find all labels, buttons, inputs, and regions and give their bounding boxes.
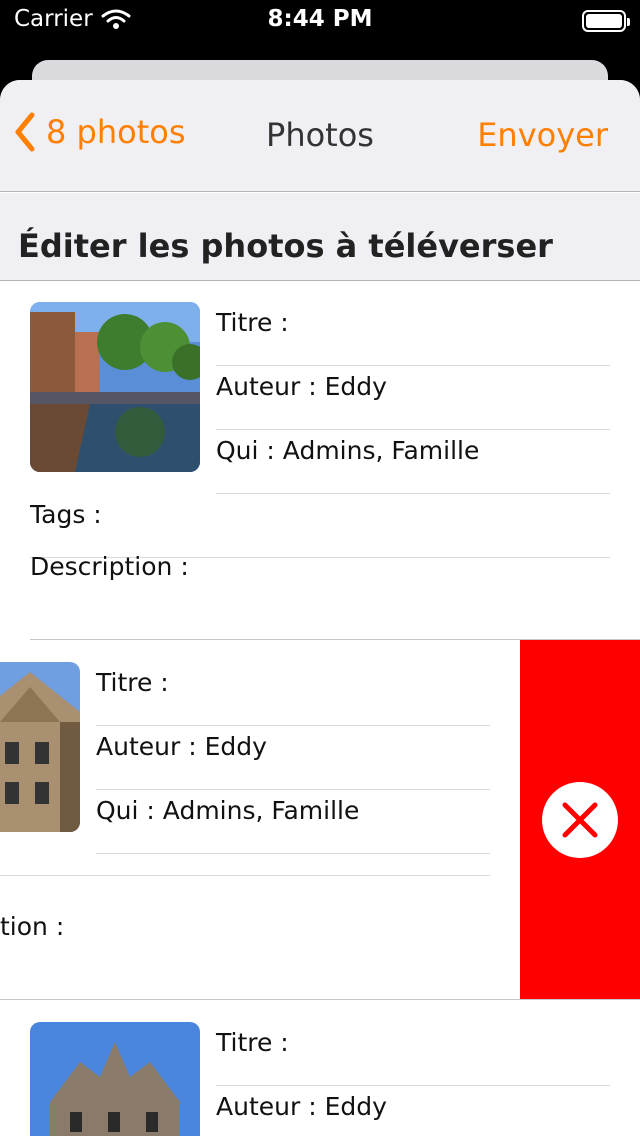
send-button[interactable]: Envoyer — [477, 116, 608, 154]
description-label: tion : — [0, 912, 65, 941]
delete-button[interactable] — [542, 782, 618, 858]
privacy-field[interactable]: Qui : Admins, Famille — [96, 790, 490, 854]
description-label: Description : — [30, 552, 189, 581]
photo-item[interactable]: Titre : Auteur : Eddy — [0, 1000, 640, 1136]
title-label: Titre : — [216, 308, 289, 337]
title-label: Titre : — [96, 668, 169, 697]
section-header: Éditer les photos à téléverser — [0, 193, 640, 281]
author-label: Auteur : Eddy — [96, 732, 267, 761]
status-time: 8:44 PM — [267, 6, 373, 32]
navigation-bar: 8 photos Photos Envoyer — [0, 80, 640, 192]
photo-item-swiped[interactable]: Titre : Auteur : Eddy Qui : Admins, Fami… — [0, 640, 640, 1000]
title-field[interactable]: Titre : — [96, 662, 490, 726]
author-field[interactable]: Auteur : Eddy — [96, 726, 490, 790]
privacy-label: Qui : Admins, Famille — [96, 796, 360, 825]
photo-thumbnail[interactable] — [30, 302, 200, 472]
author-label: Auteur : Eddy — [216, 1092, 387, 1121]
author-field[interactable]: Auteur : Eddy — [216, 366, 610, 430]
author-label: Auteur : Eddy — [216, 372, 387, 401]
photo-item[interactable]: Titre : Auteur : Eddy Qui : Admins, Fami… — [0, 280, 640, 640]
title-label: Titre : — [216, 1028, 289, 1057]
tags-field[interactable] — [0, 854, 490, 876]
photo-thumbnail[interactable] — [30, 1022, 200, 1136]
description-field[interactable]: tion : — [0, 906, 490, 970]
modal-sheet: 8 photos Photos Envoyer Éditer les photo… — [0, 80, 640, 1136]
title-field[interactable]: Titre : — [216, 302, 610, 366]
battery-icon — [582, 10, 630, 32]
privacy-field[interactable]: Qui : Admins, Famille — [216, 430, 610, 494]
close-icon — [562, 802, 598, 838]
photo-thumbnail[interactable] — [0, 662, 80, 832]
section-header-title: Éditer les photos à téléverser — [18, 227, 553, 265]
description-field[interactable]: Description : — [30, 546, 610, 610]
title-field[interactable]: Titre : — [216, 1022, 610, 1086]
tags-label: Tags : — [30, 500, 102, 529]
privacy-label: Qui : Admins, Famille — [216, 436, 480, 465]
delete-action-pane[interactable] — [520, 640, 640, 999]
status-bar: Carrier 8:44 PM — [0, 0, 640, 44]
author-field[interactable]: Auteur : Eddy — [216, 1086, 610, 1136]
